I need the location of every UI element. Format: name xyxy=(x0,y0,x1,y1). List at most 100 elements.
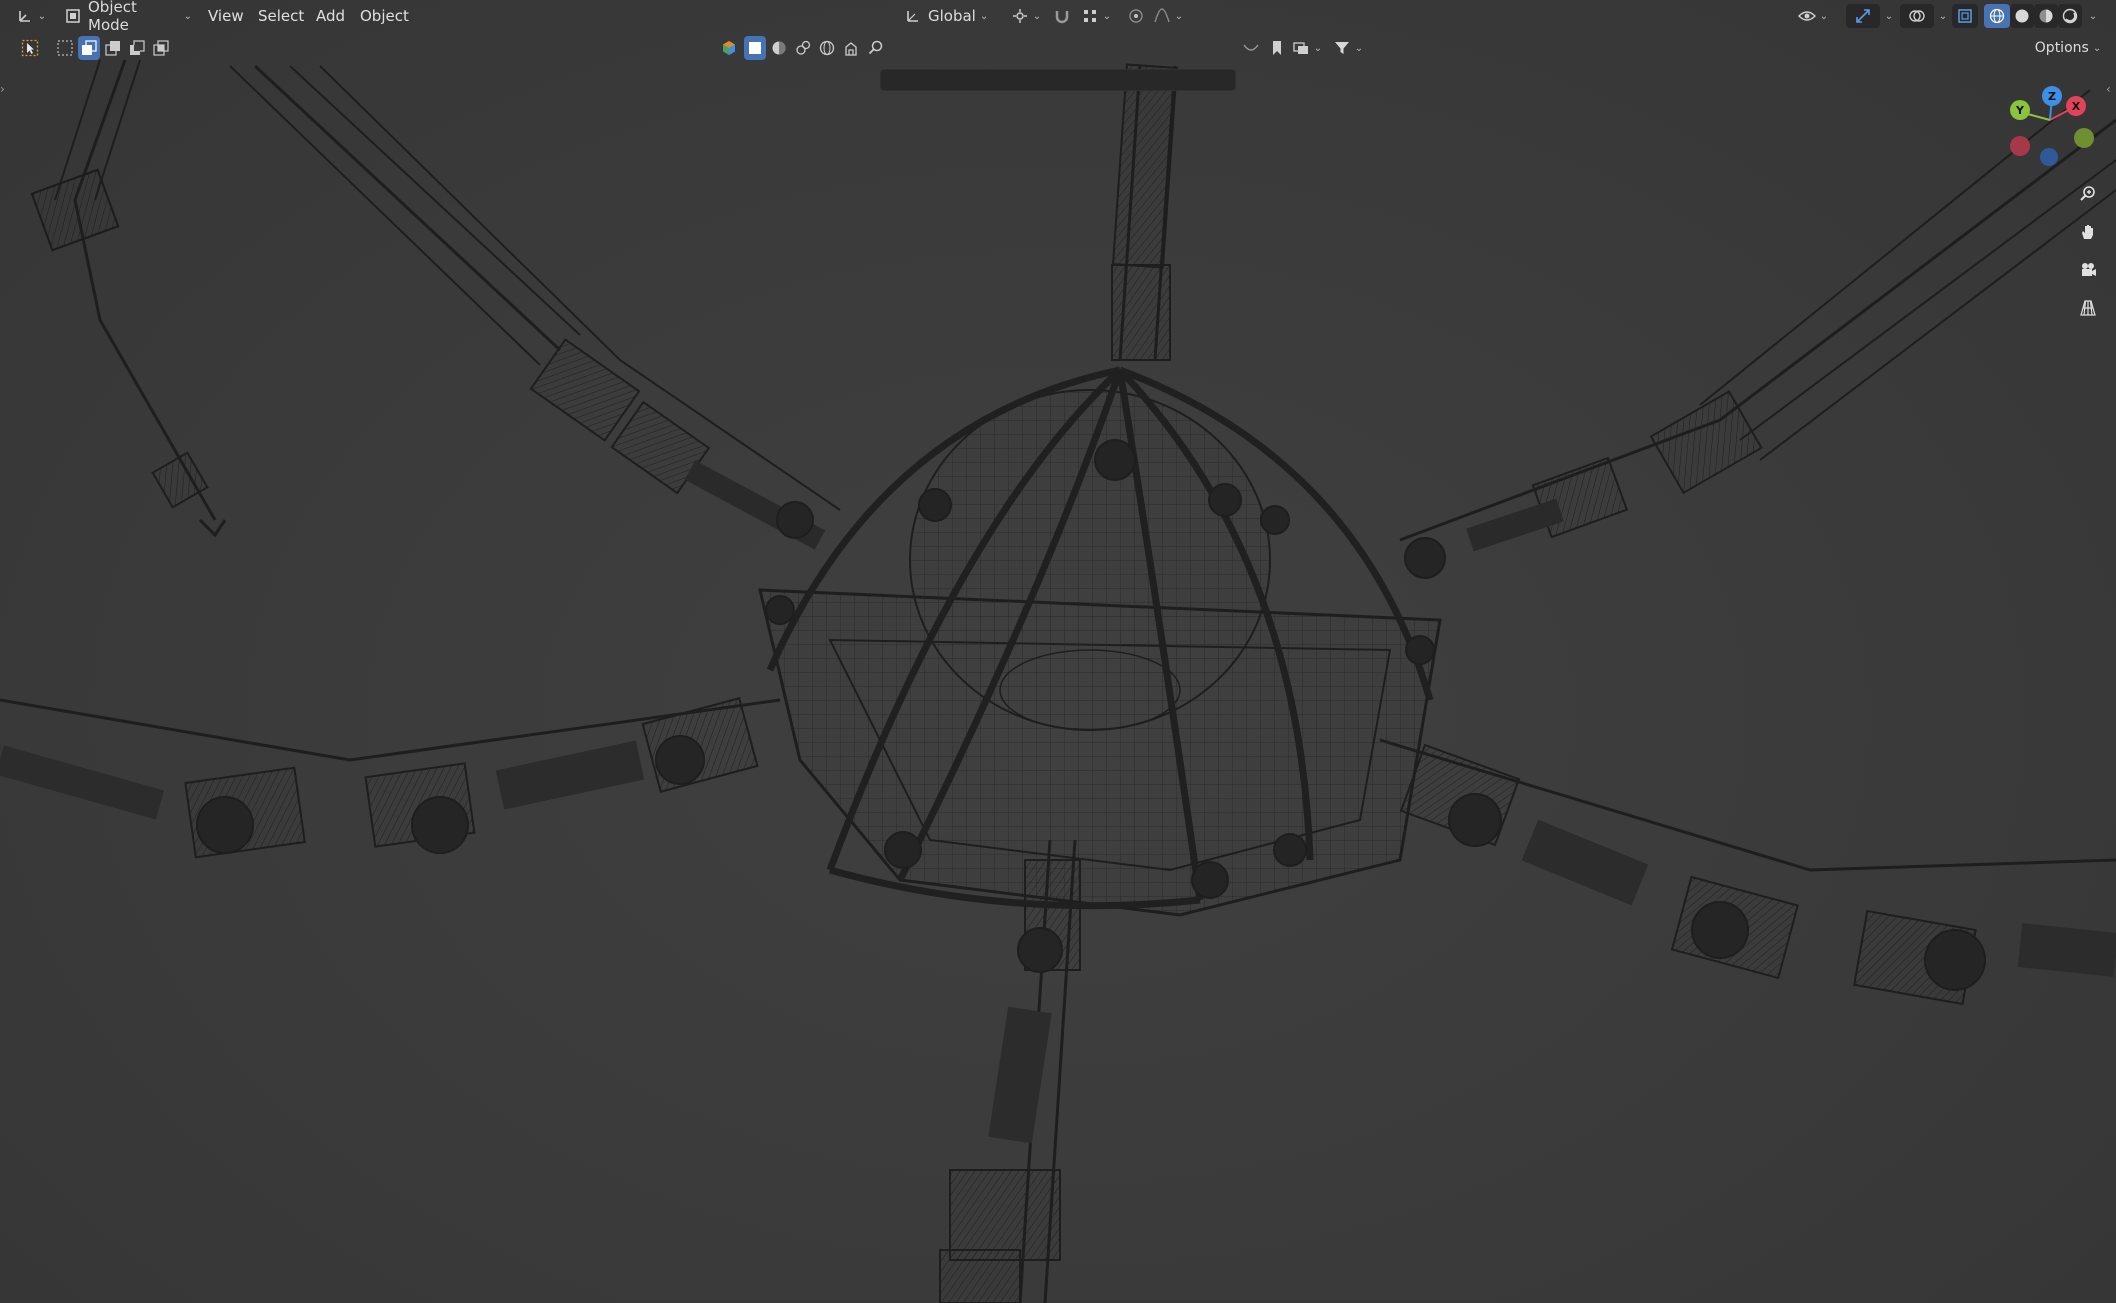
shading-dropdown[interactable]: ⌄ xyxy=(2084,4,2102,28)
chevron-down-icon: ⌄ xyxy=(979,10,989,22)
filter-scene-toggle[interactable] xyxy=(840,36,862,60)
menu-object[interactable]: Object xyxy=(356,4,413,28)
viewport-header: ⌄ Object Mode ⌄ View Select Add Object G… xyxy=(0,0,2116,34)
xray-icon xyxy=(1956,7,1974,25)
snap-toggle[interactable] xyxy=(1050,4,1074,28)
solid-sphere-icon xyxy=(2013,7,2031,25)
visibility-dropdown[interactable]: ⌄ xyxy=(1796,4,1830,28)
select-extend-icon xyxy=(80,39,98,57)
lights-icon xyxy=(794,39,812,57)
zoom-icon xyxy=(2079,185,2097,203)
cube-colored-icon xyxy=(720,39,738,57)
select-mode-subtract[interactable] xyxy=(102,36,124,60)
material-sphere-icon xyxy=(2037,7,2055,25)
gizmo-z-label: Z xyxy=(2048,89,2056,103)
bookmark-toggle[interactable] xyxy=(1266,36,1288,60)
shading-material-button[interactable] xyxy=(2034,4,2058,28)
gizmo-x-axis[interactable]: X xyxy=(2066,96,2086,116)
select-mode-difference[interactable] xyxy=(126,36,148,60)
world-icon xyxy=(818,39,836,57)
curve-icon xyxy=(1242,39,1260,57)
gizmo-neg-z-axis[interactable] xyxy=(2040,148,2058,166)
menu-select[interactable]: Select xyxy=(254,4,308,28)
chevron-down-icon: ⌄ xyxy=(1884,10,1894,22)
orientation-label: Global xyxy=(928,7,976,25)
sidebar-expand-arrow[interactable]: ‹ xyxy=(2106,82,2116,98)
select-subtract-icon xyxy=(104,39,122,57)
filter-select-toggle[interactable] xyxy=(744,36,766,60)
filter-dropdown[interactable]: ⌄ xyxy=(1330,36,1366,60)
gizmo-neg-y-axis[interactable] xyxy=(2074,128,2094,148)
snap-target-dropdown[interactable]: ⌄ xyxy=(1078,4,1114,28)
hand-pan-icon xyxy=(2079,223,2097,241)
chevron-down-icon: ⌄ xyxy=(1102,10,1112,22)
gizmo-y-label: Y xyxy=(2016,103,2024,117)
camera-view-button[interactable] xyxy=(2074,256,2102,284)
filter-material-toggle[interactable] xyxy=(768,36,790,60)
xray-toggle[interactable] xyxy=(1952,4,1978,28)
search-button[interactable] xyxy=(866,36,886,60)
chevron-down-icon: ⌄ xyxy=(183,10,192,22)
search-input[interactable] xyxy=(880,69,1236,91)
gizmo-dropdown[interactable]: ⌄ xyxy=(1882,4,1896,28)
gizmo-y-axis[interactable]: Y xyxy=(2010,100,2030,120)
eye-icon xyxy=(1797,7,1816,25)
chevron-down-icon: ⌄ xyxy=(2088,10,2098,22)
perspective-toggle-button[interactable] xyxy=(2074,294,2102,322)
shading-wireframe-button[interactable] xyxy=(1984,4,2010,28)
chevron-down-icon: ⌄ xyxy=(1174,10,1184,22)
gizmo-toggle[interactable] xyxy=(1846,4,1880,28)
overlays-dropdown[interactable]: ⌄ xyxy=(1936,4,1950,28)
gizmo-z-axis[interactable]: Z xyxy=(2042,86,2062,106)
filter-mesh-toggle[interactable] xyxy=(718,36,740,60)
grid-perspective-icon xyxy=(2079,299,2097,317)
zoom-button[interactable] xyxy=(2074,180,2102,208)
shading-rendered-button[interactable] xyxy=(2058,4,2082,28)
axis-gizmo-icon xyxy=(16,7,34,25)
pan-button[interactable] xyxy=(2074,218,2102,246)
overlays-icon xyxy=(1908,7,1926,25)
proportional-editing-toggle[interactable] xyxy=(1124,4,1148,28)
3d-viewport[interactable] xyxy=(0,0,2116,1303)
navigation-gizmo[interactable]: Z X Y xyxy=(2000,82,2100,172)
rendered-sphere-icon xyxy=(2061,7,2079,25)
shading-solid-button[interactable] xyxy=(2010,4,2034,28)
chevron-down-icon: ⌄ xyxy=(1313,42,1323,54)
proportional-circle-icon xyxy=(1127,7,1145,25)
filter-lights-toggle[interactable] xyxy=(792,36,814,60)
select-mode-extend[interactable] xyxy=(78,36,100,60)
wireframe-model xyxy=(0,59,2116,1303)
orientation-icon xyxy=(904,7,922,25)
options-label: Options xyxy=(2034,40,2089,56)
select-mode-new[interactable] xyxy=(54,36,76,60)
falloff-dropdown[interactable]: ⌄ xyxy=(1150,4,1186,28)
overlays-toggle[interactable] xyxy=(1900,4,1934,28)
menu-add[interactable]: Add xyxy=(312,4,349,28)
chevron-down-icon: ⌄ xyxy=(2092,42,2102,54)
view-layer-dropdown[interactable]: ⌄ xyxy=(1290,36,1324,60)
gizmo-neg-x-axis[interactable] xyxy=(2010,136,2030,156)
gizmo-x-label: X xyxy=(2071,99,2081,113)
pivot-point-dropdown[interactable]: ⌄ xyxy=(1008,4,1044,28)
wireframe-sphere-icon xyxy=(1988,7,2006,25)
curve-toggle[interactable] xyxy=(1240,36,1262,60)
falloff-curve-icon xyxy=(1153,7,1171,25)
select-tool-button[interactable] xyxy=(16,36,44,60)
search-icon xyxy=(867,39,885,57)
funnel-icon xyxy=(1333,39,1351,57)
filter-world-toggle[interactable] xyxy=(816,36,838,60)
editor-type-button[interactable]: ⌄ xyxy=(10,4,52,28)
view-layer-icon xyxy=(1292,39,1310,57)
menu-view[interactable]: View xyxy=(204,4,248,28)
options-dropdown[interactable]: Options ⌄ xyxy=(2028,36,2108,60)
chevron-down-icon: ⌄ xyxy=(37,10,47,22)
transform-orientation-dropdown[interactable]: Global ⌄ xyxy=(900,4,1000,28)
select-mode-intersect[interactable] xyxy=(150,36,172,60)
toolbar-expand-arrow[interactable]: › xyxy=(0,82,10,98)
chevron-down-icon: ⌄ xyxy=(1032,10,1042,22)
select-new-icon xyxy=(56,39,74,57)
bookmark-icon xyxy=(1268,39,1286,57)
scene-icon xyxy=(842,39,860,57)
select-difference-icon xyxy=(128,39,146,57)
mode-dropdown[interactable]: Object Mode ⌄ xyxy=(60,0,192,34)
